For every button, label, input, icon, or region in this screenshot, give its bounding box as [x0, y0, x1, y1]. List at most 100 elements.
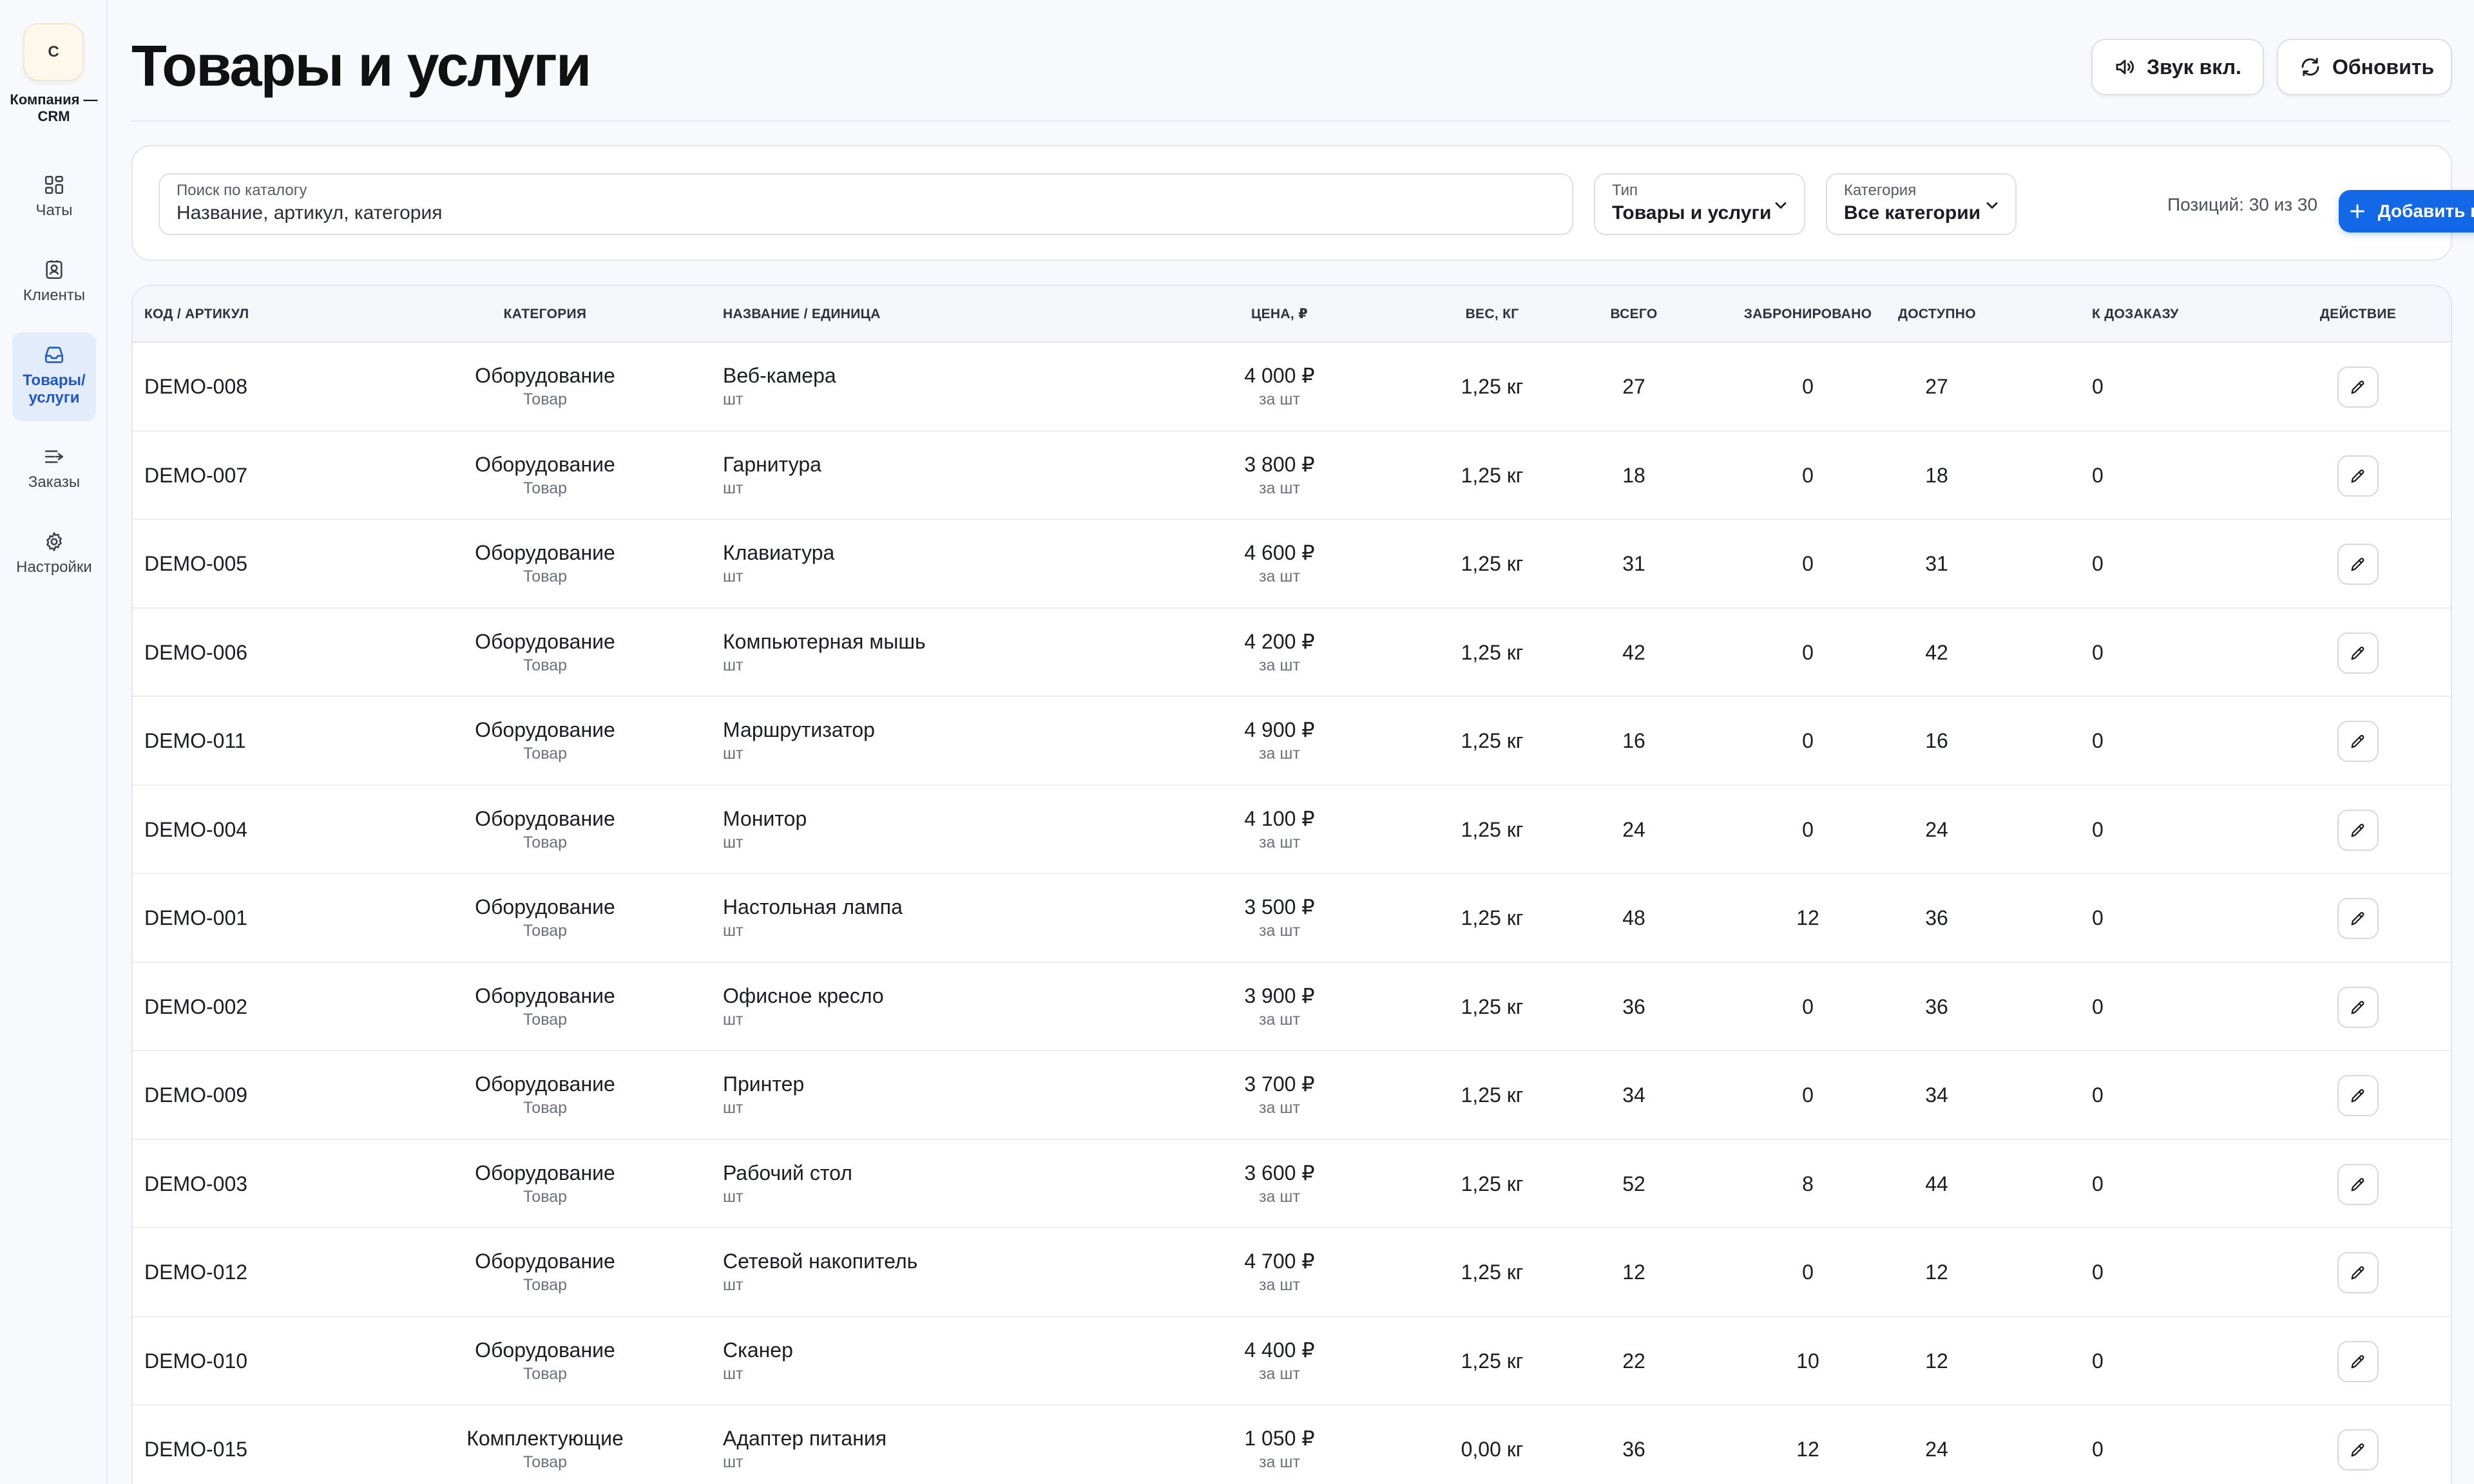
item-price: 3 800 ₽	[1244, 452, 1315, 476]
search-field-label: Поиск по каталогу	[177, 182, 307, 199]
cell-to-order: 0	[2092, 1083, 2104, 1107]
cell-category: Оборудование Товар	[410, 540, 680, 587]
edit-button[interactable]	[2337, 1075, 2379, 1116]
search-input[interactable]: Название, артикул, категория	[177, 200, 1555, 226]
category-select-value: Все категории	[1844, 202, 1981, 224]
cell-category: Оборудование Товар	[410, 983, 680, 1031]
cell-name: Клавиатура шт	[723, 540, 834, 587]
column-header-category[interactable]: КАТЕГОРИЯ	[410, 286, 680, 343]
edit-button[interactable]	[2337, 455, 2379, 497]
sidebar-item-clients[interactable]: Клиенты	[12, 259, 96, 304]
cell-weight: 1,25 кг	[1461, 552, 1524, 575]
table-row[interactable]: DEMO-001 Оборудование Товар Настольная л…	[133, 874, 2451, 963]
table-row[interactable]: DEMO-010 Оборудование Товар Сканер шт 4 …	[133, 1317, 2451, 1405]
sound-toggle-button[interactable]: Звук вкл.	[2091, 39, 2264, 95]
company-name: Компания — CRM	[10, 91, 98, 124]
item-name: Настольная лампа	[723, 895, 903, 918]
item-type: Товар	[523, 1099, 568, 1117]
add-item-button[interactable]: Добавить позицию	[2339, 190, 2474, 233]
type-select[interactable]: Тип Товары и услуги	[1594, 173, 1805, 235]
column-header-to-order[interactable]: К ДОЗАКАЗУ	[2092, 286, 2179, 343]
sidebar-item-chats[interactable]: Чаты	[12, 174, 96, 219]
table-row[interactable]: DEMO-002 Оборудование Товар Офисное крес…	[133, 963, 2451, 1051]
edit-button[interactable]	[2337, 986, 2379, 1028]
table-row[interactable]: DEMO-008 Оборудование Товар Веб-камера ш…	[133, 343, 2451, 432]
cell-category: Оборудование Товар	[410, 894, 680, 942]
cell-reserved: 12	[1796, 1438, 1819, 1461]
table-row[interactable]: DEMO-015 Комплектующие Товар Адаптер пит…	[133, 1405, 2451, 1484]
edit-button[interactable]	[2337, 632, 2379, 674]
edit-button[interactable]	[2337, 721, 2379, 762]
edit-button[interactable]	[2337, 1429, 2379, 1470]
cell-reserved: 12	[1796, 906, 1819, 929]
item-type: Товар	[523, 567, 568, 585]
cell-code: DEMO-005	[144, 552, 248, 575]
price-unit: за шт	[1259, 1364, 1300, 1383]
category-select[interactable]: Категория Все категории	[1826, 173, 2017, 235]
cell-to-order: 0	[2092, 463, 2104, 487]
cell-total: 12	[1622, 1260, 1645, 1284]
company-avatar[interactable]: C	[23, 23, 84, 81]
cell-name: Веб-камера шт	[723, 363, 836, 410]
cell-code: DEMO-004	[144, 817, 248, 841]
cell-weight: 1,25 кг	[1461, 1349, 1524, 1373]
contact-icon	[43, 259, 65, 287]
column-header-weight[interactable]: ВЕС, КГ	[1428, 286, 1557, 343]
cell-reserved: 0	[1802, 463, 1814, 487]
cell-reserved: 0	[1802, 640, 1814, 664]
sidebar-item-products[interactable]: Товары/ услуги	[12, 332, 96, 421]
category-name: Оборудование	[475, 1161, 615, 1184]
table-row[interactable]: DEMO-012 Оборудование Товар Сетевой нако…	[133, 1228, 2451, 1317]
cell-price: 4 700 ₽ за шт	[1209, 1248, 1350, 1296]
edit-button[interactable]	[2337, 544, 2379, 585]
item-name: Монитор	[723, 806, 807, 830]
price-unit: за шт	[1259, 1099, 1300, 1117]
item-type: Товар	[523, 1364, 568, 1383]
column-header-reserved[interactable]: ЗАБРОНИРОВАНО	[1740, 286, 1875, 343]
table-row[interactable]: DEMO-004 Оборудование Товар Монитор шт 4…	[133, 786, 2451, 874]
cell-weight: 1,25 кг	[1461, 1260, 1524, 1284]
table-row[interactable]: DEMO-003 Оборудование Товар Рабочий стол…	[133, 1140, 2451, 1228]
cell-to-order: 0	[2092, 375, 2104, 398]
cell-name: Рабочий стол шт	[723, 1160, 852, 1208]
pencil-icon	[2349, 1175, 2367, 1194]
category-name: Оборудование	[475, 718, 615, 741]
cell-available: 31	[1925, 552, 1948, 575]
column-header-name[interactable]: НАЗВАНИЕ / ЕДИНИЦА	[723, 286, 881, 343]
column-header-available[interactable]: ДОСТУПНО	[1898, 286, 1976, 343]
edit-button[interactable]	[2337, 898, 2379, 939]
sidebar-item-orders[interactable]: Заказы	[12, 446, 96, 491]
edit-button[interactable]	[2337, 1163, 2379, 1205]
table-row[interactable]: DEMO-006 Оборудование Товар Компьютерная…	[133, 609, 2451, 697]
item-type: Товар	[523, 1276, 568, 1294]
cell-available: 27	[1925, 375, 1948, 398]
cell-category: Оборудование Товар	[410, 717, 680, 765]
cell-code: DEMO-010	[144, 1349, 248, 1373]
item-unit: шт	[723, 656, 743, 674]
table-row[interactable]: DEMO-007 Оборудование Товар Гарнитура шт…	[133, 432, 2451, 520]
cell-weight: 1,25 кг	[1461, 1083, 1524, 1107]
item-name: Принтер	[723, 1072, 805, 1096]
pencil-icon	[2349, 1087, 2367, 1105]
item-type: Товар	[523, 922, 568, 940]
edit-button[interactable]	[2337, 366, 2379, 408]
edit-button[interactable]	[2337, 1340, 2379, 1382]
sidebar-item-settings[interactable]: Настройки	[12, 531, 96, 576]
table-row[interactable]: DEMO-005 Оборудование Товар Клавиатура ш…	[133, 520, 2451, 609]
table-row[interactable]: DEMO-011 Оборудование Товар Маршрутизато…	[133, 697, 2451, 786]
search-field[interactable]: Поиск по каталогу Название, артикул, кат…	[158, 173, 1573, 235]
edit-button[interactable]	[2337, 1252, 2379, 1293]
refresh-button[interactable]: Обновить	[2277, 39, 2452, 95]
table-body: DEMO-008 Оборудование Товар Веб-камера ш…	[133, 343, 2451, 1484]
cell-total: 36	[1622, 994, 1645, 1018]
column-header-price[interactable]: ЦЕНА, ₽	[1209, 286, 1350, 343]
cell-reserved: 0	[1802, 817, 1814, 841]
table-row[interactable]: DEMO-009 Оборудование Товар Принтер шт 3…	[133, 1051, 2451, 1140]
item-type: Товар	[523, 1453, 568, 1471]
column-header-total[interactable]: ВСЕГО	[1595, 286, 1673, 343]
item-name: Рабочий стол	[723, 1161, 852, 1184]
column-header-code[interactable]: КОД / АРТИКУЛ	[144, 286, 249, 343]
refresh-label: Обновить	[2332, 55, 2435, 79]
cell-price: 4 000 ₽ за шт	[1209, 363, 1350, 410]
edit-button[interactable]	[2337, 809, 2379, 851]
